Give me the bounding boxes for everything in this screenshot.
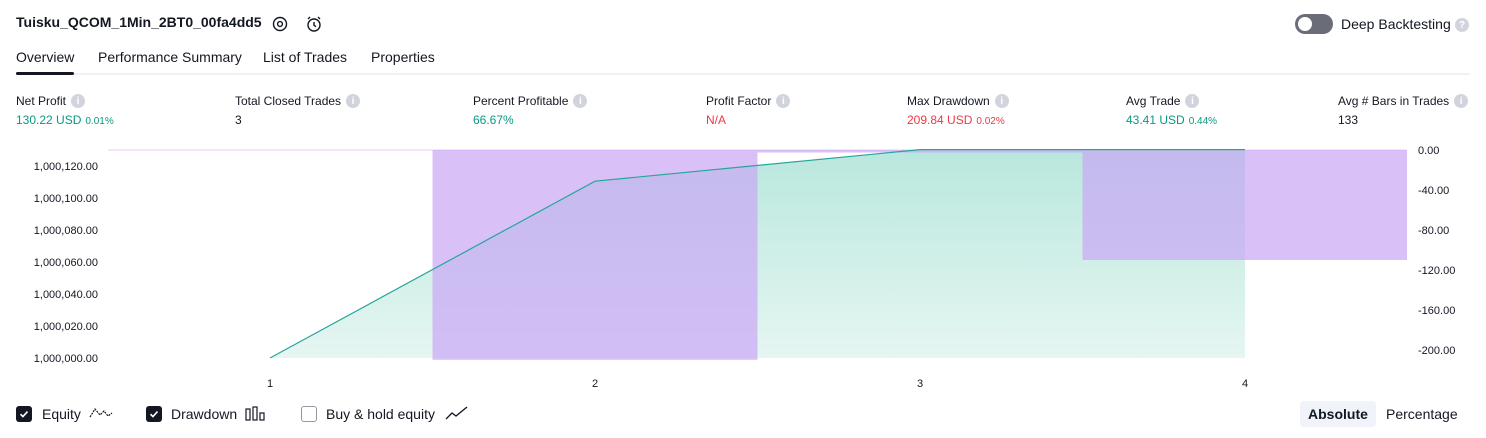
- max-drawdown-label-text: Max Drawdown: [907, 94, 990, 108]
- avg-trade-amount: 43.41 USD: [1126, 113, 1185, 127]
- left-axis-tick: 1,000,120.00: [34, 161, 98, 173]
- net-profit-label-text: Net Profit: [16, 94, 67, 108]
- net-profit-percent: 0.01%: [85, 116, 114, 127]
- x-axis-tick: 4: [1242, 378, 1248, 390]
- alert-clock-icon[interactable]: [303, 13, 325, 35]
- info-icon[interactable]: i: [346, 94, 361, 108]
- left-axis-tick: 1,000,000.00: [34, 353, 98, 365]
- help-icon[interactable]: ?: [1455, 18, 1469, 32]
- drawdown-bar-4: [1082, 150, 1407, 260]
- right-axis-tick: -120.00: [1418, 265, 1455, 277]
- avg-trade-percent: 0.44%: [1188, 116, 1218, 127]
- drawdown-checkbox[interactable]: [146, 406, 162, 422]
- drawdown-legend-label[interactable]: Drawdown: [171, 406, 237, 422]
- avg-bars-label-text: Avg # Bars in Trades: [1338, 94, 1450, 108]
- left-axis-tick: 1,000,060.00: [34, 257, 98, 269]
- net-profit-label: Net Profit i: [16, 94, 86, 108]
- profit-factor-value: N/A: [706, 113, 727, 127]
- avg-trade-label-text: Avg Trade: [1126, 94, 1181, 108]
- deep-backtesting-toggle[interactable]: [1295, 14, 1333, 34]
- tab-performance-summary[interactable]: Performance Summary: [98, 49, 242, 65]
- total-closed-trades-value: 3: [235, 113, 242, 127]
- max-drawdown-amount: 209.84 USD: [907, 113, 973, 127]
- percentage-button[interactable]: Percentage: [1378, 401, 1466, 427]
- net-profit-amount: 130.22 USD: [16, 113, 82, 127]
- equity-checkbox[interactable]: [16, 406, 32, 422]
- profit-factor-label: Profit Factor i: [706, 94, 791, 108]
- info-icon[interactable]: i: [573, 94, 588, 108]
- active-tab-indicator: [16, 72, 74, 75]
- tab-list-of-trades[interactable]: List of Trades: [263, 49, 347, 65]
- left-axis-tick: 1,000,100.00: [34, 193, 98, 205]
- x-axis-tick: 1: [267, 378, 273, 390]
- right-axis-tick: -40.00: [1418, 185, 1449, 197]
- strategy-title: Tuisku_QCOM_1Min_2BT0_00fa4dd5: [16, 14, 262, 30]
- total-closed-trades-label-text: Total Closed Trades: [235, 94, 342, 108]
- percent-profitable-label: Percent Profitable i: [473, 94, 588, 108]
- info-icon[interactable]: i: [1185, 94, 1200, 108]
- info-icon[interactable]: i: [1454, 94, 1469, 108]
- avg-bars-value: 133: [1338, 113, 1359, 127]
- net-profit-value: 130.22 USD 0.01%: [16, 113, 114, 127]
- buy-hold-checkbox[interactable]: [301, 406, 317, 422]
- equity-drawdown-chart: 1,000,120.00 1,000,100.00 1,000,080.00 1,00…: [34, 145, 1456, 390]
- drawdown-bar-3: [757, 150, 1083, 153]
- max-drawdown-label: Max Drawdown i: [907, 94, 1009, 108]
- tabs-divider: [16, 73, 1470, 75]
- percent-profitable-label-text: Percent Profitable: [473, 94, 569, 108]
- right-axis-tick: -160.00: [1418, 305, 1455, 317]
- settings-icon[interactable]: [269, 13, 291, 35]
- absolute-button[interactable]: Absolute: [1300, 401, 1376, 427]
- tab-properties[interactable]: Properties: [371, 49, 435, 65]
- percent-profitable-value: 66.67%: [473, 113, 514, 127]
- drawdown-bars-icon: [245, 405, 267, 426]
- left-axis-tick: 1,000,020.00: [34, 321, 98, 333]
- left-axis-tick: 1,000,080.00: [34, 225, 98, 237]
- buy-hold-line-icon: [445, 405, 469, 426]
- toggle-knob: [1298, 17, 1312, 31]
- right-axis-tick: -200.00: [1418, 345, 1455, 357]
- tab-overview[interactable]: Overview: [16, 49, 74, 65]
- avg-bars-label: Avg # Bars in Trades i: [1338, 94, 1469, 108]
- info-icon[interactable]: i: [71, 94, 86, 108]
- buy-hold-legend-label[interactable]: Buy & hold equity: [326, 406, 435, 422]
- info-icon[interactable]: i: [776, 94, 791, 108]
- max-drawdown-percent: 0.02%: [976, 116, 1005, 127]
- equity-line-icon: [89, 405, 113, 426]
- info-icon[interactable]: i: [994, 94, 1009, 108]
- total-closed-trades-label: Total Closed Trades i: [235, 94, 361, 108]
- right-axis-tick: 0.00: [1418, 145, 1439, 157]
- avg-trade-value: 43.41 USD 0.44%: [1126, 113, 1217, 127]
- x-axis-tick: 2: [592, 378, 598, 390]
- max-drawdown-value: 209.84 USD 0.02%: [907, 113, 1005, 127]
- x-axis-tick: 3: [917, 378, 923, 390]
- avg-trade-label: Avg Trade i: [1126, 94, 1200, 108]
- right-axis-tick: -80.00: [1418, 225, 1449, 237]
- deep-backtesting-label: Deep Backtesting: [1341, 16, 1451, 32]
- equity-legend-label[interactable]: Equity: [42, 406, 81, 422]
- left-axis-tick: 1,000,040.00: [34, 289, 98, 301]
- profit-factor-label-text: Profit Factor: [706, 94, 772, 108]
